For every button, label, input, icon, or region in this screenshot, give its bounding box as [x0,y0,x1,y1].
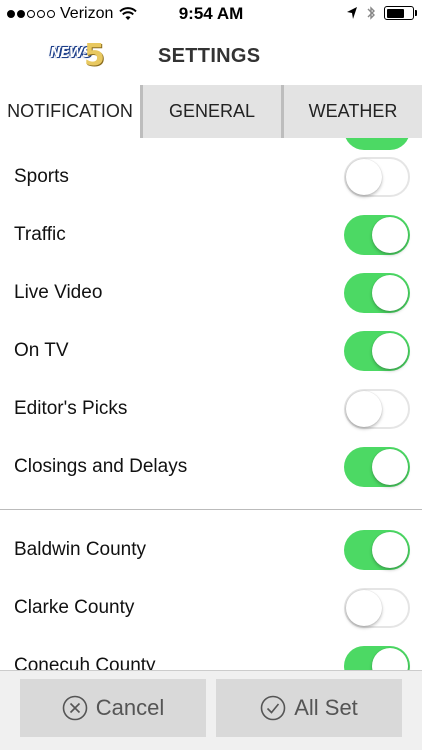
cancel-button[interactable]: Cancel [20,679,206,737]
all-set-label: All Set [294,695,358,720]
toggle-sports[interactable] [344,157,410,197]
list-item: Traffic [0,206,422,264]
list-item: Editor's Picks [0,380,422,438]
toggle-live-video[interactable] [344,273,410,313]
all-set-button[interactable]: All Set [216,679,402,737]
cancel-label: Cancel [95,695,165,720]
battery-level [386,8,404,18]
cancel-circle-x-icon [62,695,88,721]
list-item: Closings and Delays [0,438,422,496]
tab-bar: NOTIFICATION GENERAL WEATHER [0,85,422,138]
status-right [346,5,417,21]
logo-number: 5 [84,38,105,73]
item-label-on-tv: On TV [14,340,69,361]
toggle-editors-picks[interactable] [344,389,410,429]
list-item: On TV [0,322,422,380]
list-item: Sports [0,148,422,206]
bluetooth-icon [367,6,375,20]
item-label-baldwin-county: Baldwin County [14,539,147,560]
check-circle-icon [260,695,286,721]
item-label-conecuh-county: Conecuh County [14,655,156,670]
toggle-clarke-county[interactable] [344,588,410,628]
toggle-conecuh-county[interactable] [344,646,410,670]
station-logo: NEWS 5 [48,38,118,73]
battery-icon [384,6,417,20]
footer-bar: Cancel All Set [0,670,422,750]
item-label-live-video: Live Video [14,282,103,303]
list-item: Live Video [0,264,422,322]
toggle-on-tv[interactable] [344,331,410,371]
list-item: Baldwin County [0,521,422,579]
item-label-closings-delays: Closings and Delays [14,456,188,477]
toggle-baldwin-county[interactable] [344,530,410,570]
toggle-closings-delays[interactable] [344,447,410,487]
list-item: Clarke County [0,579,422,637]
item-label-sports: Sports [14,166,69,187]
tab-weather[interactable]: WEATHER [281,85,422,138]
tab-notification[interactable]: NOTIFICATION [0,85,140,138]
list-item: Conecuh County [0,637,422,670]
item-label-traffic: Traffic [14,224,66,245]
header: NEWS 5 SETTINGS [0,30,422,84]
section-divider [0,509,422,510]
page-title: SETTINGS [158,45,261,67]
location-arrow-icon [347,7,357,19]
settings-list[interactable]: Sports Traffic Live Video On TV Editor's… [0,138,422,670]
status-bar: Verizon 9:54 AM [0,0,422,30]
toggle-traffic[interactable] [344,215,410,255]
item-label-editors-picks: Editor's Picks [14,398,128,419]
tab-general[interactable]: GENERAL [140,85,281,138]
item-label-clarke-county: Clarke County [14,597,135,618]
